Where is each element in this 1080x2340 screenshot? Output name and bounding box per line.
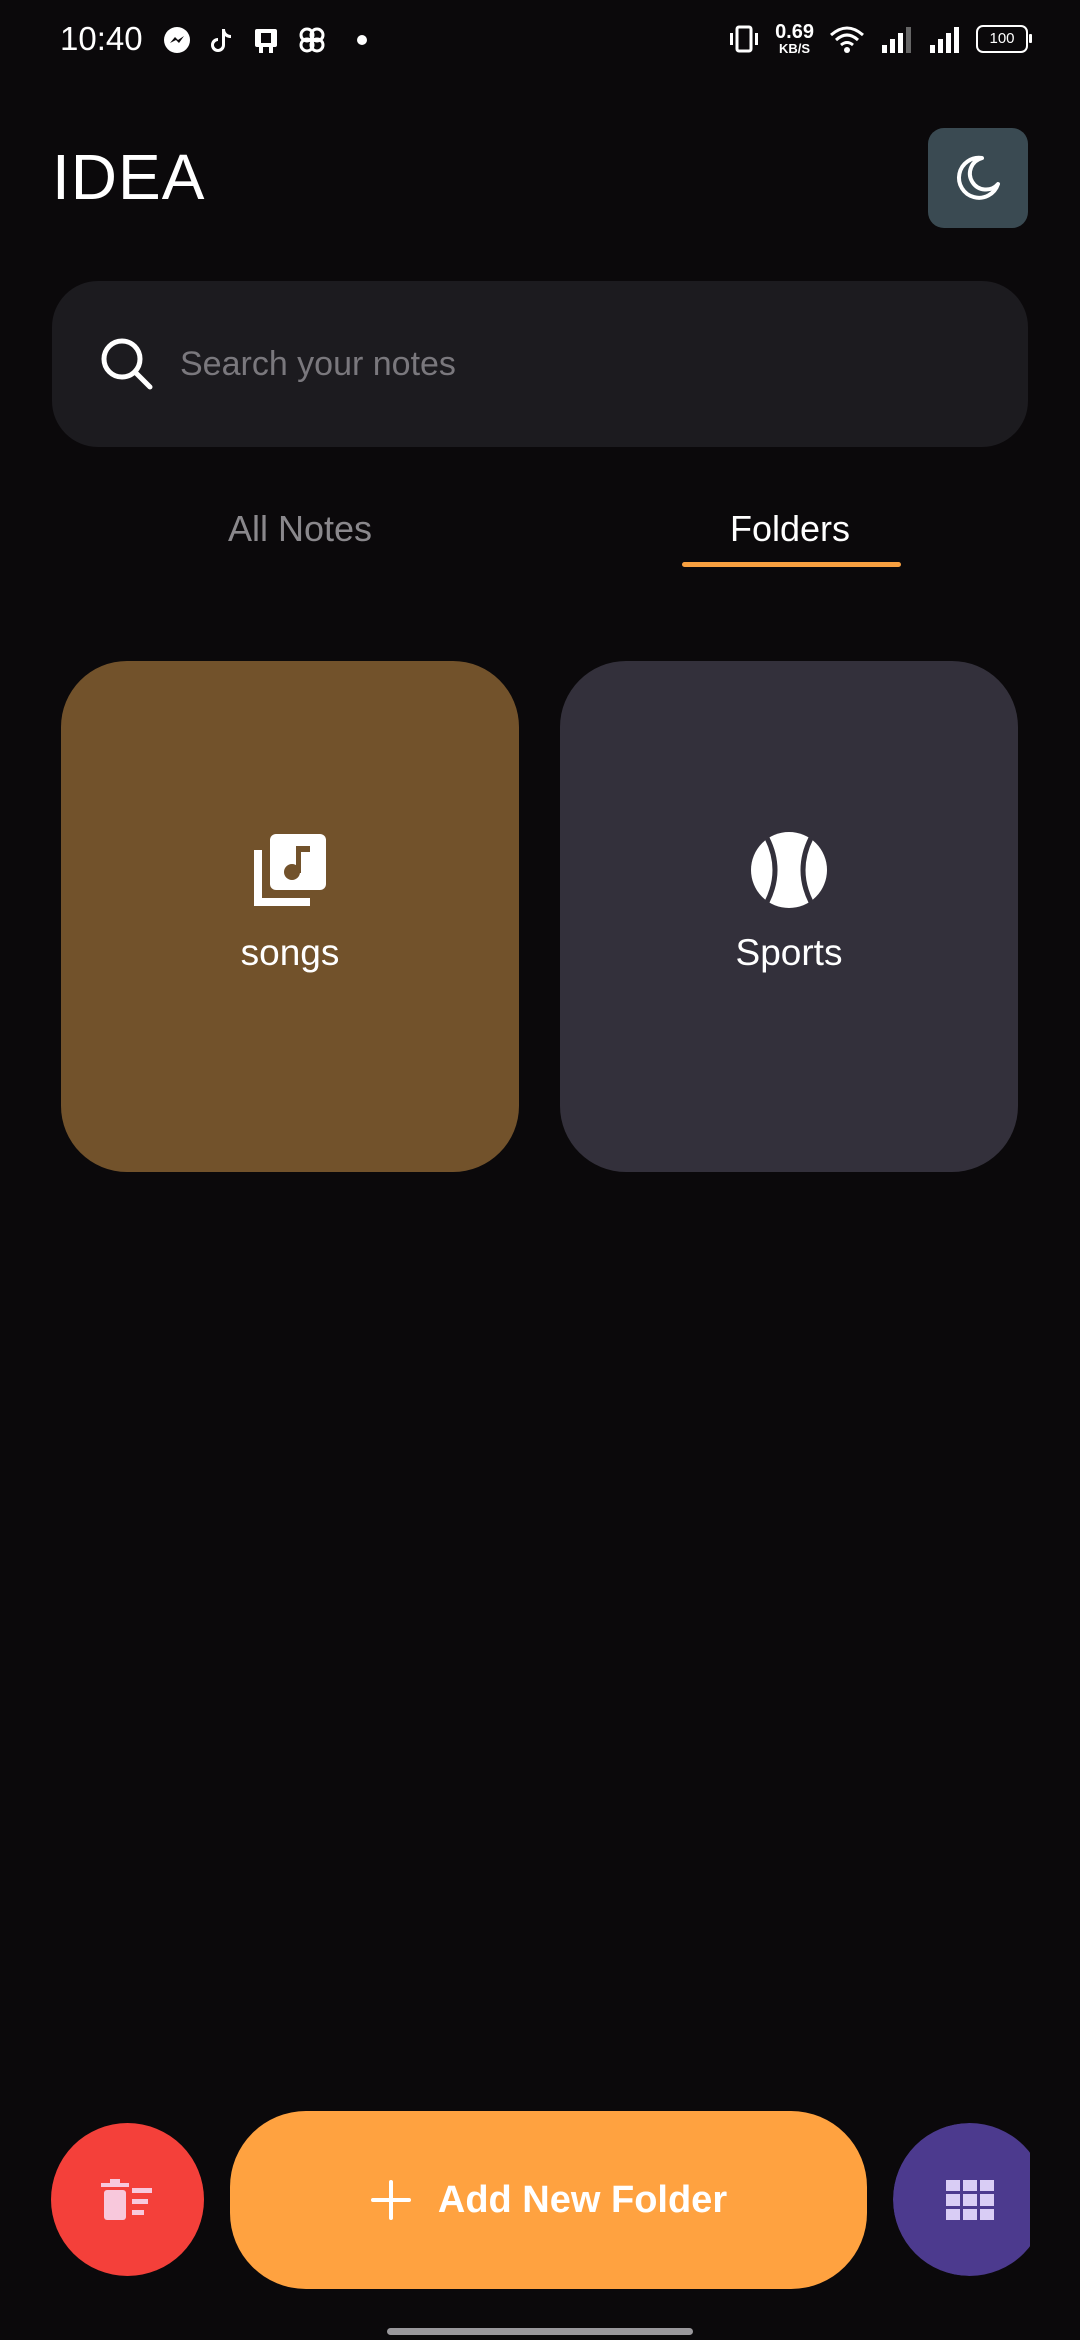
active-tab-indicator: [682, 562, 901, 567]
delete-sweep-icon: [100, 2178, 152, 2220]
music-library-icon: [254, 833, 326, 906]
battery-level: 100: [989, 30, 1015, 47]
messenger-icon: [164, 27, 190, 53]
theme-toggle-button[interactable]: [928, 128, 1028, 228]
net-speed-value: 0.69: [775, 21, 814, 43]
signal-icon: [882, 26, 911, 53]
system-icons: 0.69 KB/S 100: [727, 22, 1032, 55]
folder-card-songs[interactable]: songs: [61, 661, 519, 1172]
notification-icons: [162, 24, 372, 56]
status-bar: 10:40 0.69 KB/S 100: [0, 0, 1080, 80]
screen-edge-mask: [1030, 2100, 1080, 2300]
pinwheel-icon: [299, 27, 325, 53]
grid-button-background: [893, 2123, 1046, 2276]
search-input[interactable]: [178, 343, 942, 385]
search-bar[interactable]: [52, 281, 1028, 447]
folder-name: songs: [240, 931, 340, 973]
tiktok-icon: [211, 29, 231, 52]
search-icon: [101, 338, 153, 390]
tab-folders[interactable]: Folders: [690, 508, 890, 550]
dot-icon: [357, 35, 367, 45]
add-new-folder-button[interactable]: Add New Folder: [230, 2111, 867, 2289]
battery-indicator: 100: [976, 24, 1032, 53]
net-speed-unit: KB/S: [779, 41, 811, 56]
add-new-folder-label: Add New Folder: [437, 2178, 728, 2221]
signal-icon: [930, 26, 959, 53]
tennis-ball-icon: [751, 831, 827, 908]
delete-button[interactable]: [51, 2123, 204, 2276]
folder-name: Sports: [735, 931, 843, 973]
plus-icon: [370, 2180, 411, 2220]
app-title: IDEA: [52, 141, 206, 213]
wifi-icon: [830, 26, 864, 53]
grid-icon: [945, 2179, 994, 2220]
status-time: 10:40: [60, 20, 143, 57]
tab-all-notes[interactable]: All Notes: [200, 508, 400, 550]
home-indicator[interactable]: [387, 2328, 693, 2335]
network-speed: 0.69 KB/S: [775, 22, 814, 55]
folder-card-sports[interactable]: Sports: [560, 661, 1018, 1172]
vibrate-icon: [730, 25, 759, 52]
moon-icon: [957, 155, 1000, 200]
app-icon: [255, 29, 277, 53]
